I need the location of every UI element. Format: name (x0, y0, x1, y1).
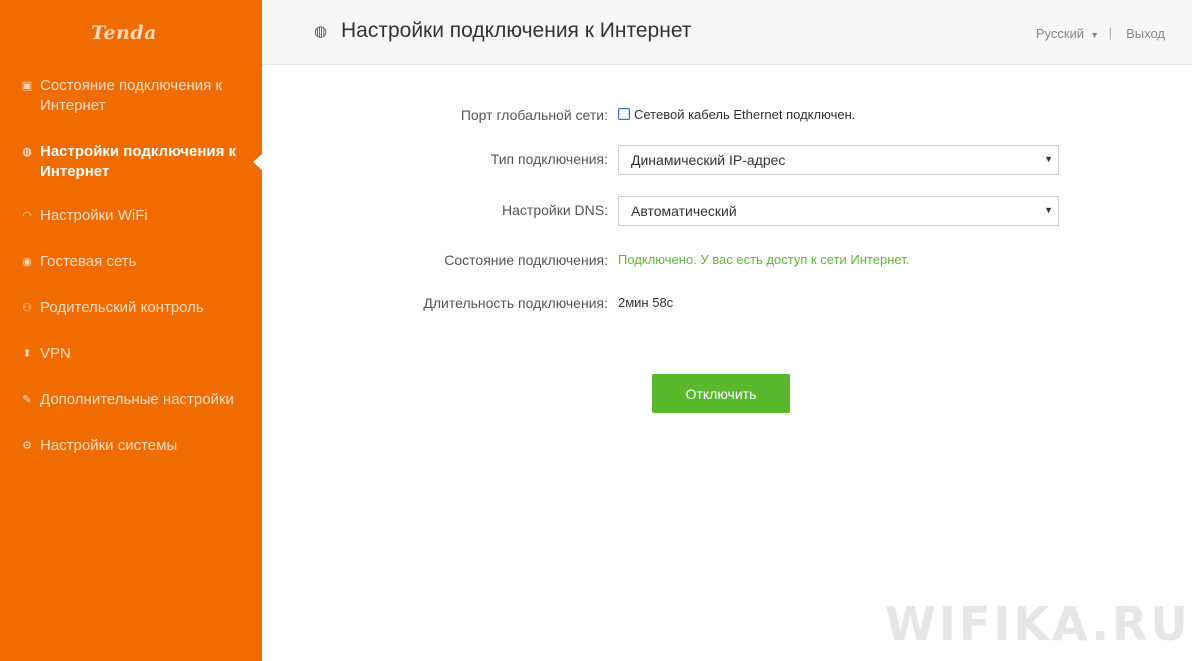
sidebar: Tenda ▣ Состояние подключения к Интернет… (0, 0, 262, 661)
page-title: Настройки подключения к Интернет (341, 19, 692, 42)
tools-icon: ✎ (22, 394, 32, 406)
sidebar-item-connection-status[interactable]: ▣ Состояние подключения к Интернет (0, 76, 262, 116)
dns-value: Автоматический (631, 203, 737, 219)
page-header: ◍ Настройки подключения к Интернет Русск… (262, 0, 1192, 65)
dns-label: Настройки DNS: (502, 202, 608, 218)
ethernet-icon (618, 108, 630, 120)
sidebar-item-parental-control[interactable]: ⚇ Родительский контроль (0, 298, 220, 318)
dropdown-arrow-icon: ▼ (1044, 205, 1053, 215)
sidebar-item-label: Настройки подключения к Интернет (40, 143, 237, 180)
connection-type-row: Тип подключения: Динамический IP-адрес ▼ (262, 145, 1192, 175)
dns-select[interactable]: Автоматический ▼ (618, 196, 1059, 226)
wan-port-row: Порт глобальной сети: Сетевой кабель Eth… (262, 101, 1192, 131)
language-label: Русский (1035, 26, 1085, 41)
sidebar-item-label: Настройки системы (40, 437, 178, 454)
globe-icon: ◍ (314, 23, 328, 40)
vpn-icon: ⬍ (22, 348, 32, 360)
gear-icon: ⚙ (22, 440, 32, 452)
parental-icon: ⚇ (22, 302, 32, 314)
header-separator: | (1108, 25, 1112, 40)
status-icon: ▣ (21, 80, 33, 92)
sidebar-item-guest-network[interactable]: ◉ Гостевая сеть (0, 252, 152, 272)
dns-row: Настройки DNS: Автоматический ▼ (262, 196, 1192, 226)
sidebar-item-wifi[interactable]: ◠ Настройки WiFi (0, 206, 164, 226)
tenda-logo: Tenda (91, 22, 157, 44)
sidebar-item-label: Гостевая сеть (40, 253, 137, 270)
wifi-icon: ◠ (22, 210, 32, 222)
sidebar-item-internet-settings[interactable]: ◍ Настройки подключения к Интернет (0, 142, 262, 182)
watermark: WIFIKA.RU (885, 597, 1191, 651)
dropdown-arrow-icon: ▼ (1044, 154, 1053, 164)
sidebar-item-label: Состояние подключения к Интернет (40, 77, 222, 114)
wan-port-value: Сетевой кабель Ethernet подключен. (634, 107, 856, 122)
connection-type-value: Динамический IP-адрес (631, 152, 786, 168)
sidebar-item-label: VPN (40, 345, 71, 362)
guest-icon: ◉ (22, 256, 32, 268)
sidebar-item-label: Дополнительные настройки (40, 391, 234, 408)
sidebar-item-advanced[interactable]: ✎ Дополнительные настройки (0, 390, 250, 410)
connection-status-row: Состояние подключения: Подключено. У вас… (262, 246, 1192, 276)
language-select[interactable]: Русский ▼ (1036, 26, 1099, 41)
connection-status-label: Состояние подключения: (444, 252, 608, 268)
connection-duration-label: Длительность подключения: (423, 295, 608, 311)
globe-icon: ◍ (22, 146, 32, 158)
connection-status-value: Подключено. У вас есть доступ к сети Инт… (618, 252, 910, 267)
connection-duration-row: Длительность подключения: 2мин 58с (262, 289, 1192, 319)
connection-duration-value: 2мин 58с (618, 295, 674, 310)
sidebar-item-label: Настройки WiFi (40, 207, 148, 224)
connection-type-select[interactable]: Динамический IP-адрес ▼ (618, 145, 1059, 175)
caret-down-icon: ▼ (1090, 30, 1099, 40)
sidebar-item-vpn[interactable]: ⬍ VPN (0, 344, 87, 364)
logout-link[interactable]: Выход (1126, 26, 1165, 41)
disconnect-button[interactable]: Отключить (652, 374, 790, 413)
sidebar-item-label: Родительский контроль (40, 299, 204, 316)
wan-port-status: Сетевой кабель Ethernet подключен. (618, 107, 855, 122)
wan-port-label: Порт глобальной сети: (460, 107, 608, 123)
sidebar-item-system-settings[interactable]: ⚙ Настройки системы (0, 436, 193, 456)
connection-type-label: Тип подключения: (490, 151, 608, 167)
